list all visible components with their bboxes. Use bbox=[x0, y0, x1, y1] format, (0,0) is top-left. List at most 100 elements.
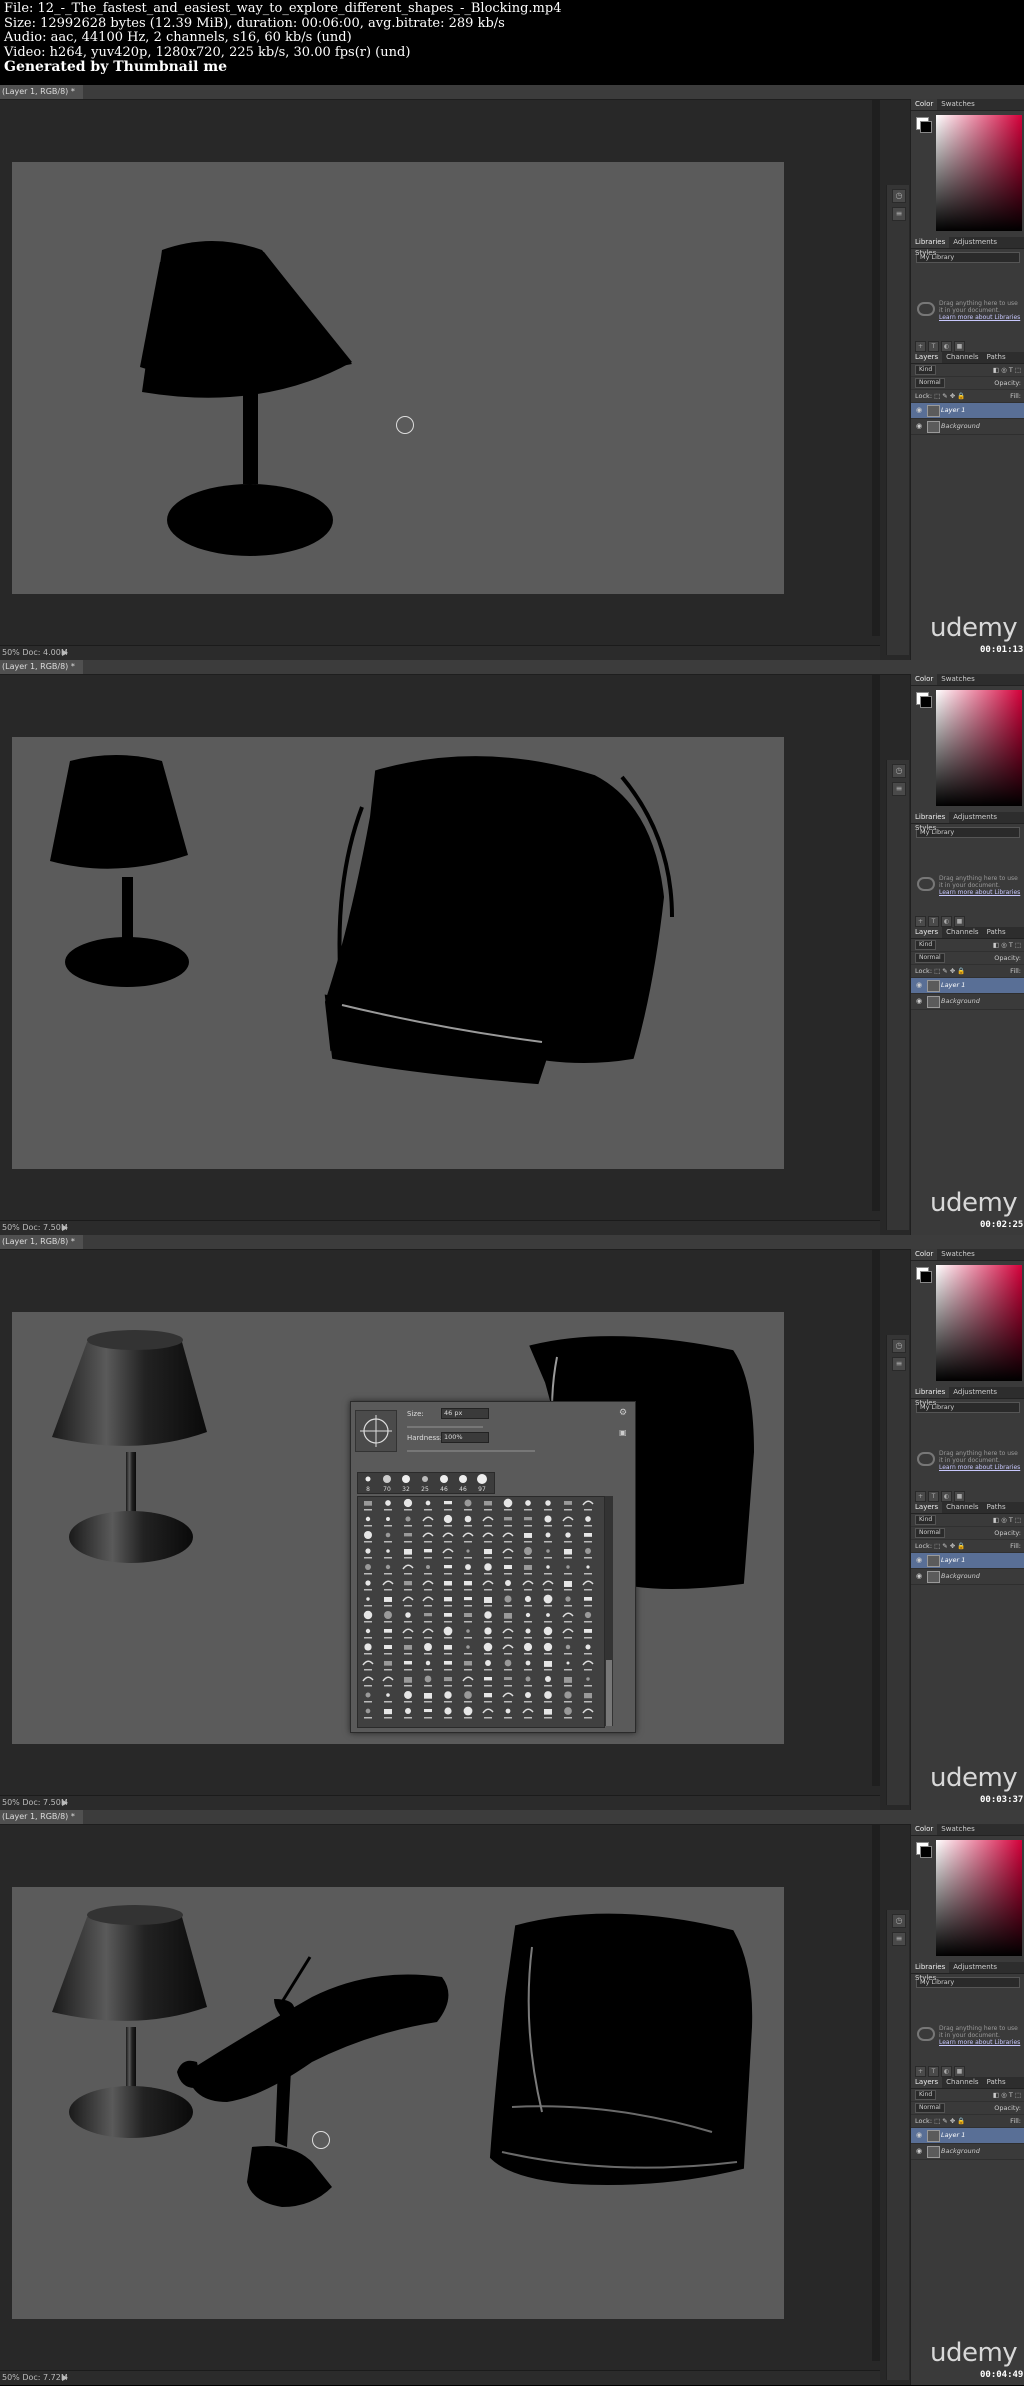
background-swatch[interactable] bbox=[920, 696, 932, 708]
size-input[interactable]: 46 px bbox=[441, 1408, 489, 1419]
tab-channels[interactable]: Channels bbox=[942, 1502, 982, 1513]
tab-color[interactable]: Color bbox=[911, 99, 938, 110]
blend-mode-select[interactable]: Normal bbox=[915, 1528, 945, 1538]
trash-icon[interactable]: ■ bbox=[954, 916, 965, 927]
library-select[interactable]: My Library bbox=[916, 1977, 1020, 1988]
text-icon[interactable]: T bbox=[928, 2066, 939, 2077]
tab-layers[interactable]: Layers bbox=[911, 1502, 943, 1513]
eye-icon[interactable]: ◉ bbox=[916, 1553, 922, 1568]
properties-icon[interactable]: ≡ bbox=[892, 1932, 906, 1946]
canvas[interactable] bbox=[12, 737, 784, 1169]
vertical-scrollbar[interactable] bbox=[872, 100, 880, 636]
library-learn-link[interactable]: Learn more about Libraries bbox=[939, 889, 1020, 896]
kind-filter[interactable]: Kind bbox=[915, 940, 937, 950]
eye-icon[interactable]: ◉ bbox=[916, 419, 922, 434]
history-icon[interactable]: ◷ bbox=[892, 764, 906, 778]
zoom-level[interactable]: 50% Doc: 7.72M bbox=[2, 2371, 68, 2385]
layer-row-background[interactable]: ◉ Background bbox=[911, 1569, 1024, 1585]
properties-icon[interactable]: ≡ bbox=[892, 207, 906, 221]
color-add-icon[interactable]: ◐ bbox=[941, 1491, 952, 1502]
layer-row-layer1[interactable]: ◉ Layer 1 bbox=[911, 978, 1024, 994]
tab-layers[interactable]: Layers bbox=[911, 352, 943, 363]
history-icon[interactable]: ◷ bbox=[892, 189, 906, 203]
vertical-scrollbar[interactable] bbox=[872, 675, 880, 1211]
properties-icon[interactable]: ≡ bbox=[892, 782, 906, 796]
kind-filter[interactable]: Kind bbox=[915, 365, 937, 375]
document-tab[interactable]: (Layer 1, RGB/8) * bbox=[0, 660, 83, 674]
eye-icon[interactable]: ◉ bbox=[916, 2128, 922, 2143]
blend-mode-select[interactable]: Normal bbox=[915, 2103, 945, 2113]
brush-preset-picker[interactable]: Size: 46 px Hardness: 100% ⚙ ▣ 8 70 32 2… bbox=[350, 1401, 636, 1733]
zoom-level[interactable]: 50% Doc: 7.50M bbox=[2, 1796, 68, 1810]
gear-icon[interactable]: ⚙ bbox=[619, 1408, 627, 1418]
document-tab[interactable]: (Layer 1, RGB/8) * bbox=[0, 1810, 83, 1824]
library-select[interactable]: My Library bbox=[916, 827, 1020, 838]
document-tab[interactable]: (Layer 1, RGB/8) * bbox=[0, 1235, 83, 1249]
canvas[interactable] bbox=[12, 162, 784, 594]
kind-filter[interactable]: Kind bbox=[915, 2090, 937, 2100]
tab-color[interactable]: Color bbox=[911, 674, 938, 685]
properties-icon[interactable]: ≡ bbox=[892, 1357, 906, 1371]
tab-adjustments[interactable]: Adjustments bbox=[949, 1387, 1001, 1398]
color-spectrum[interactable] bbox=[936, 690, 1022, 806]
background-swatch[interactable] bbox=[920, 1846, 932, 1858]
brush-preset-grid[interactable] bbox=[357, 1496, 605, 1728]
lock-icons[interactable]: ⬚ ✎ ✥ 🔒 bbox=[934, 2117, 965, 2125]
background-swatch[interactable] bbox=[920, 1271, 932, 1283]
library-learn-link[interactable]: Learn more about Libraries bbox=[939, 2039, 1020, 2046]
brush-angle-preview[interactable] bbox=[355, 1410, 397, 1452]
color-add-icon[interactable]: ◐ bbox=[941, 916, 952, 927]
eye-icon[interactable]: ◉ bbox=[916, 994, 922, 1009]
tab-swatches[interactable]: Swatches bbox=[937, 674, 978, 685]
tab-paths[interactable]: Paths bbox=[983, 352, 1010, 363]
trash-icon[interactable]: ■ bbox=[954, 2066, 965, 2077]
canvas[interactable] bbox=[12, 1887, 784, 2319]
status-arrow-icon[interactable]: ▶ bbox=[62, 2371, 68, 2385]
library-select[interactable]: My Library bbox=[916, 252, 1020, 263]
status-arrow-icon[interactable]: ▶ bbox=[62, 646, 68, 660]
kind-filter[interactable]: Kind bbox=[915, 1515, 937, 1525]
eye-icon[interactable]: ◉ bbox=[916, 2144, 922, 2159]
text-icon[interactable]: T bbox=[928, 341, 939, 352]
layer-row-layer1[interactable]: ◉ Layer 1 bbox=[911, 403, 1024, 419]
tab-paths[interactable]: Paths bbox=[983, 1502, 1010, 1513]
color-spectrum[interactable] bbox=[936, 1840, 1022, 1956]
hardness-slider[interactable] bbox=[407, 1450, 535, 1452]
tab-libraries[interactable]: Libraries bbox=[911, 1387, 950, 1398]
tab-swatches[interactable]: Swatches bbox=[937, 1824, 978, 1835]
color-spectrum[interactable] bbox=[936, 1265, 1022, 1381]
vertical-scrollbar[interactable] bbox=[872, 1825, 880, 2361]
tab-paths[interactable]: Paths bbox=[983, 2077, 1010, 2088]
lock-icons[interactable]: ⬚ ✎ ✥ 🔒 bbox=[934, 967, 965, 975]
pin-icon[interactable]: ▣ bbox=[619, 1428, 627, 1437]
tab-adjustments[interactable]: Adjustments bbox=[949, 1962, 1001, 1973]
size-slider[interactable] bbox=[407, 1426, 483, 1428]
blend-mode-select[interactable]: Normal bbox=[915, 953, 945, 963]
layer-row-background[interactable]: ◉ Background bbox=[911, 419, 1024, 435]
document-tab[interactable]: (Layer 1, RGB/8) * bbox=[0, 85, 83, 99]
tab-layers[interactable]: Layers bbox=[911, 2077, 943, 2088]
library-learn-link[interactable]: Learn more about Libraries bbox=[939, 314, 1020, 321]
color-add-icon[interactable]: ◐ bbox=[941, 2066, 952, 2077]
eye-icon[interactable]: ◉ bbox=[916, 403, 922, 418]
text-icon[interactable]: T bbox=[928, 916, 939, 927]
background-swatch[interactable] bbox=[920, 121, 932, 133]
lock-icons[interactable]: ⬚ ✎ ✥ 🔒 bbox=[934, 392, 965, 400]
zoom-level[interactable]: 50% Doc: 7.50M bbox=[2, 1221, 68, 1235]
add-graphic-icon[interactable]: + bbox=[915, 341, 926, 352]
history-icon[interactable]: ◷ bbox=[892, 1914, 906, 1928]
status-arrow-icon[interactable]: ▶ bbox=[62, 1221, 68, 1235]
trash-icon[interactable]: ■ bbox=[954, 341, 965, 352]
tab-paths[interactable]: Paths bbox=[983, 927, 1010, 938]
tab-color[interactable]: Color bbox=[911, 1249, 938, 1260]
tab-swatches[interactable]: Swatches bbox=[937, 1249, 978, 1260]
layer-row-background[interactable]: ◉ Background bbox=[911, 994, 1024, 1010]
tab-channels[interactable]: Channels bbox=[942, 352, 982, 363]
layer-row-background[interactable]: ◉ Background bbox=[911, 2144, 1024, 2160]
vertical-scrollbar[interactable] bbox=[872, 1250, 880, 1786]
add-graphic-icon[interactable]: + bbox=[915, 1491, 926, 1502]
trash-icon[interactable]: ■ bbox=[954, 1491, 965, 1502]
lock-icons[interactable]: ⬚ ✎ ✥ 🔒 bbox=[934, 1542, 965, 1550]
layer-row-layer1[interactable]: ◉ Layer 1 bbox=[911, 1553, 1024, 1569]
tab-channels[interactable]: Channels bbox=[942, 927, 982, 938]
